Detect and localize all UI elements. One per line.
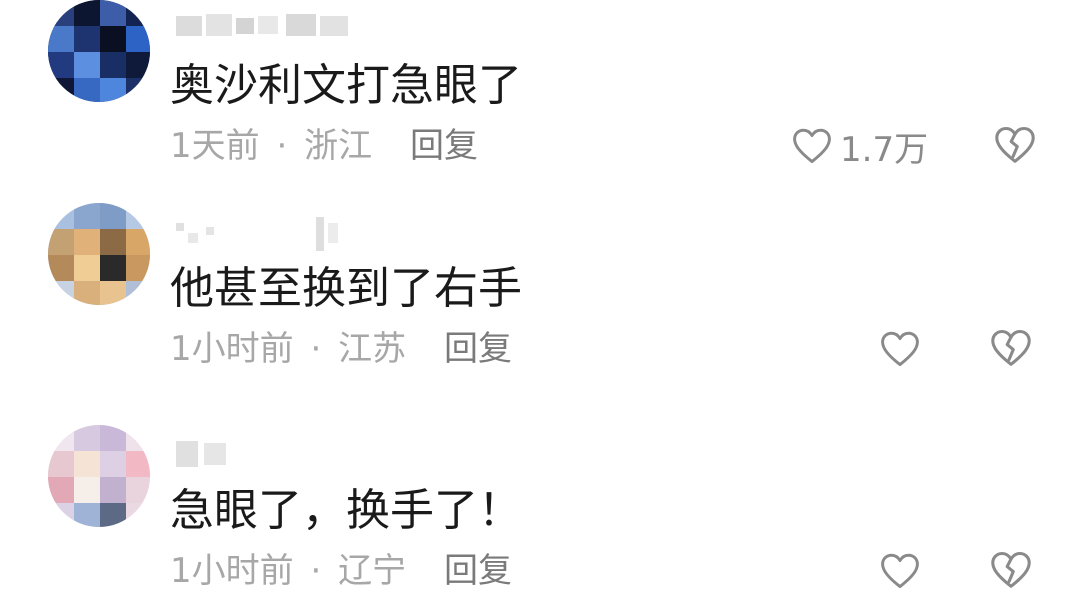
like-button[interactable] (878, 325, 928, 373)
comment-item: 急眼了，换手了！ 1小时前 · 辽宁 回复 (0, 425, 1080, 607)
comment-meta: 1天前 · 浙江 (170, 124, 372, 168)
comment-item: 他甚至换到了右手 1小时前 · 江苏 回复 (0, 203, 1080, 403)
meta-separator: · (276, 126, 288, 166)
comment-text: 急眼了，换手了！ (170, 485, 522, 536)
username-blurred[interactable] (172, 433, 262, 479)
avatar[interactable] (48, 425, 150, 527)
like-count: 1.7万 (840, 129, 929, 170)
username-blurred[interactable] (172, 213, 372, 259)
comment-location: 辽宁 (338, 551, 407, 591)
heart-outline-icon (878, 549, 922, 593)
comment-meta: 1小时前 · 江苏 (170, 327, 406, 371)
comment-text: 奥沙利文打急眼了 (170, 60, 522, 111)
like-button[interactable]: 1.7万 (790, 122, 928, 170)
reply-button[interactable]: 回复 (444, 549, 512, 593)
comment-text: 他甚至换到了右手 (170, 263, 522, 314)
avatar[interactable] (48, 203, 150, 305)
username-blurred[interactable] (172, 6, 362, 52)
broken-heart-icon (992, 122, 1040, 168)
comment-time: 1小时前 (170, 551, 294, 591)
broken-heart-icon (988, 325, 1036, 371)
reply-button[interactable]: 回复 (410, 124, 478, 168)
comment-location: 江苏 (338, 329, 407, 369)
meta-separator: · (310, 551, 322, 591)
reply-button[interactable]: 回复 (444, 327, 512, 371)
comment-meta: 1小时前 · 辽宁 (170, 549, 406, 593)
comment-time: 1小时前 (170, 329, 294, 369)
heart-outline-icon (790, 124, 834, 168)
broken-heart-icon (988, 547, 1036, 593)
comment-location: 浙江 (304, 126, 373, 166)
heart-outline-icon (878, 327, 922, 371)
dislike-button[interactable] (988, 547, 1036, 595)
comment-item: 奥沙利文打急眼了 1天前 · 浙江 回复 1.7万 (0, 0, 1080, 200)
dislike-button[interactable] (992, 122, 1040, 170)
comment-time: 1天前 (170, 126, 260, 166)
avatar[interactable] (48, 0, 150, 102)
comment-list: 奥沙利文打急眼了 1天前 · 浙江 回复 1.7万 他甚至换到了右手 1小时前 … (0, 0, 1080, 607)
dislike-button[interactable] (988, 325, 1036, 373)
meta-separator: · (310, 329, 322, 369)
like-button[interactable] (878, 547, 928, 595)
